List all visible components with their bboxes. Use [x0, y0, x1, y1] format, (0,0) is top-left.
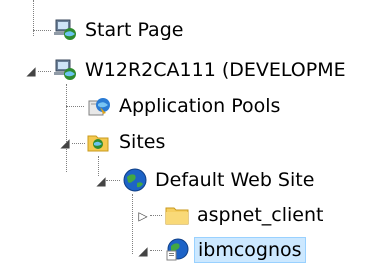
tree-item-label: ibmcognos — [194, 237, 306, 263]
tree-item-label: Sites — [119, 131, 166, 153]
connections-tree: Start Page ◢ W12R2CA111 (DEVELOPME Appli… — [0, 0, 376, 270]
tree-line — [150, 250, 162, 251]
tree-line — [66, 106, 84, 107]
tree-item-label: W12R2CA111 (DEVELOPME — [85, 59, 346, 81]
tree-item-start-page[interactable]: Start Page — [52, 12, 186, 48]
virtual-directory-icon — [164, 237, 190, 263]
start-page-icon — [52, 17, 78, 43]
collapse-arrow-icon[interactable]: ◢ — [136, 244, 150, 258]
tree-line — [72, 143, 85, 144]
tree-line — [33, 30, 51, 31]
tree-item-label: Default Web Site — [155, 169, 315, 191]
sites-folder-icon — [86, 129, 112, 155]
collapse-arrow-icon[interactable]: ◢ — [58, 136, 72, 150]
tree-item-server[interactable]: W12R2CA111 (DEVELOPME — [52, 52, 349, 88]
application-pools-icon — [86, 93, 112, 119]
tree-line — [106, 180, 120, 181]
tree-item-default-web-site[interactable]: Default Web Site — [122, 162, 317, 198]
tree-line — [38, 71, 51, 72]
tree-item-sites[interactable]: Sites — [86, 124, 168, 160]
tree-item-application-pools[interactable]: Application Pools — [86, 88, 283, 124]
tree-item-ibmcognos[interactable]: ibmcognos — [164, 232, 306, 268]
tree-item-label: aspnet_client — [197, 204, 324, 226]
tree-item-label: Start Page — [85, 19, 184, 41]
tree-line — [150, 215, 162, 216]
collapse-arrow-icon[interactable]: ◢ — [24, 64, 38, 78]
folder-icon — [164, 202, 190, 228]
tree-line — [66, 84, 67, 172]
globe-icon — [122, 167, 148, 193]
collapse-arrow-icon[interactable]: ◢ — [94, 174, 108, 188]
tree-item-aspnet-client[interactable]: aspnet_client — [164, 197, 326, 233]
tree-item-label: Application Pools — [119, 95, 281, 117]
expand-arrow-icon[interactable]: ▷ — [136, 209, 150, 223]
tree-line — [132, 194, 133, 254]
server-icon — [52, 57, 78, 83]
